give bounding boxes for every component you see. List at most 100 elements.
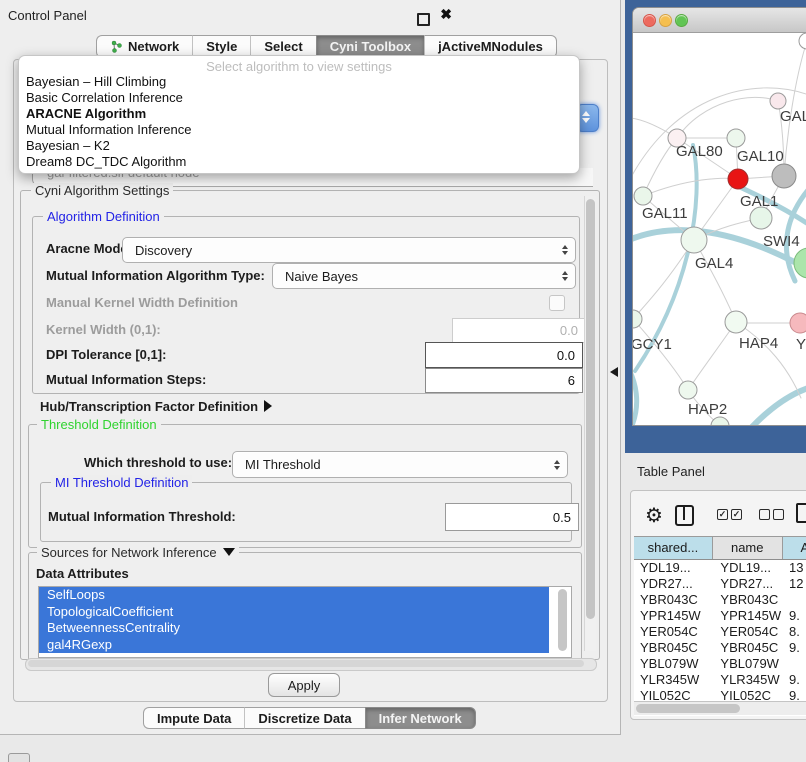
table-row[interactable]: YPR145WYPR145W9. [634,608,806,624]
gear-icon[interactable]: ⚙ [645,503,663,528]
algorithm-option[interactable]: Bayesian – Hill Climbing [21,74,577,90]
algorithm-option[interactable]: Basic Correlation Inference [21,90,577,106]
network-edge[interactable] [736,322,801,398]
network-edge[interactable] [677,97,778,138]
minimized-panel-icon[interactable] [8,753,30,762]
algorithm-option[interactable]: Bayesian – K2 [21,138,577,154]
attributes-scrollbar[interactable] [558,589,568,653]
table-horizontal-scrollbar[interactable] [634,701,806,715]
table-cell[interactable]: YDR27... [708,576,781,592]
table-cell[interactable]: YLR345W [634,672,708,688]
network-canvas[interactable]: GALGAL80GAL10GAL1SWI4GAL11GAL4GCY1HAP4YH… [633,33,806,425]
table-row[interactable]: YBL079WYBL079W [634,656,806,672]
network-node[interactable] [799,33,806,49]
table-cell[interactable]: 12 [781,576,806,592]
tab-discretize-data[interactable]: Discretize Data [244,707,364,729]
column-header-A[interactable]: A [783,537,806,559]
table-cell[interactable]: YPR145W [708,608,781,624]
attribute-item[interactable]: gal4RGexp [39,637,549,654]
attribute-item[interactable]: BetweennessCentrality [39,620,549,637]
table-cell[interactable]: YBR045C [634,640,708,656]
table-row[interactable]: YLR345WYLR345W9. [634,672,806,688]
table-cell[interactable]: YDL19... [634,560,708,576]
table-cell[interactable]: YIL052C [708,688,781,701]
check-all-icon[interactable]: ✓✓ [717,509,745,527]
network-node-gal11[interactable] [634,187,652,205]
network-node-hap2[interactable] [679,381,697,399]
table-cell[interactable]: 8. [781,624,806,640]
table-cell[interactable]: 9. [781,672,806,688]
network-node-gal1[interactable] [728,169,748,189]
dpi-tolerance-input[interactable]: 0.0 [425,342,583,368]
close-window-icon[interactable] [643,14,656,27]
table-row[interactable]: YDR27...YDR27...12 [634,576,806,592]
table-row[interactable]: YDL19...YDL19...13 [634,560,806,576]
table-row[interactable]: YBR045CYBR045C9. [634,640,806,656]
table-cell[interactable]: 9. [781,608,806,624]
attribute-item[interactable]: TopologicalCoefficient [39,604,549,621]
close-panel-icon[interactable]: ✖ [440,6,452,23]
table-cell[interactable]: YER054C [634,624,708,640]
table-cell[interactable]: YBR043C [708,592,781,608]
aracne-mode-combo[interactable]: Discovery [122,237,576,263]
network-window-titlebar[interactable] [633,8,806,33]
network-node[interactable] [794,248,806,278]
mi-algorithm-type-combo[interactable]: Naive Bayes [272,263,576,289]
mi-threshold-input[interactable]: 0.5 [445,503,579,531]
table-row[interactable]: YIL052CYIL052C9. [634,688,806,701]
minimize-window-icon[interactable] [659,14,672,27]
network-node-gcy1[interactable] [633,310,642,328]
network-edge[interactable] [643,178,738,196]
network-node-y[interactable] [790,313,806,333]
data-attributes-list[interactable]: SelfLoopsTopologicalCoefficientBetweenne… [38,586,572,658]
settings-horizontal-scrollbar[interactable] [25,658,597,671]
table-cell[interactable]: YIL052C [634,688,708,701]
table-row[interactable]: YER054CYER054C8. [634,624,806,640]
table-cell[interactable]: YBR045C [708,640,781,656]
table-cell[interactable]: YBL079W [634,656,708,672]
uncheck-all-icon[interactable] [759,509,787,527]
algorithm-option[interactable]: ARACNE Algorithm [21,106,577,122]
network-edge[interactable] [633,240,694,319]
table-cell[interactable]: YDR27... [634,576,708,592]
document-icon[interactable] [796,503,806,523]
table-cell[interactable] [781,592,806,608]
attribute-item[interactable]: SelfLoops [39,587,549,604]
table-cell[interactable]: 9. [781,688,806,701]
table-row[interactable]: YBR043CYBR043C [634,592,806,608]
network-node-gal[interactable] [770,93,786,109]
sources-group-title[interactable]: Sources for Network Inference [37,545,239,560]
column-header-name[interactable]: name [713,537,783,559]
table-cell[interactable]: YPR145W [634,608,708,624]
zoom-window-icon[interactable] [675,14,688,27]
settings-vertical-scrollbar[interactable] [584,196,596,651]
table-cell[interactable]: 13 [781,560,806,576]
tab-infer-network[interactable]: Infer Network [365,707,476,729]
network-node[interactable] [772,164,796,188]
float-window-icon[interactable] [417,13,430,26]
apply-button[interactable]: Apply [268,673,340,697]
tab-impute-data[interactable]: Impute Data [143,707,244,729]
algorithm-option[interactable]: Dream8 DC_TDC Algorithm [21,154,577,170]
algorithm-option[interactable]: Mutual Information Inference [21,122,577,138]
network-edge[interactable] [694,240,736,322]
hub-definition-expander[interactable]: Hub/Transcription Factor Definition [40,399,272,414]
network-edge[interactable] [688,322,736,390]
network-node[interactable] [711,417,729,425]
table-cell[interactable] [781,656,806,672]
network-node-gal4[interactable] [681,227,707,253]
kernel-width-input[interactable]: 0.0 [452,318,586,343]
network-node-hap4[interactable] [725,311,747,333]
table-cell[interactable]: YLR345W [708,672,781,688]
manual-kernel-width-checkbox[interactable] [549,295,565,311]
network-node-swi4[interactable] [750,207,772,229]
table-cell[interactable]: YBL079W [708,656,781,672]
which-threshold-combo[interactable]: MI Threshold [232,451,568,478]
column-header-shared...[interactable]: shared... [634,537,713,559]
split-columns-icon[interactable] [675,505,694,526]
network-node-gal10[interactable] [727,129,745,147]
table-cell[interactable]: YDL19... [708,560,781,576]
network-edge[interactable] [643,138,677,196]
table-cell[interactable]: 9. [781,640,806,656]
table-cell[interactable]: YER054C [708,624,781,640]
